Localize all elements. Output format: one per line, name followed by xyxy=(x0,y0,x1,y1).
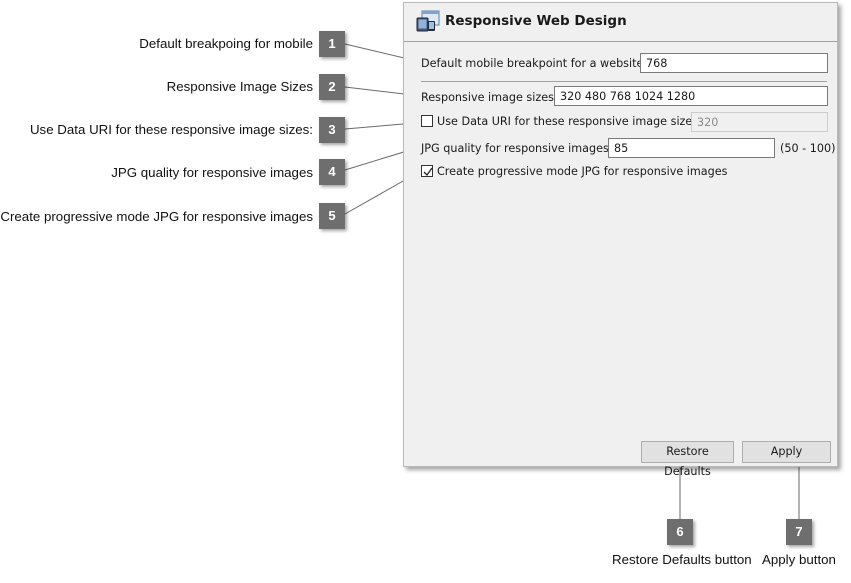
image-sizes-label: Responsive image sizes: xyxy=(421,91,558,104)
callout-7-label: Apply button xyxy=(762,552,836,567)
section-divider xyxy=(421,81,827,82)
breakpoint-label: Default mobile breakpoint for a website: xyxy=(421,57,648,70)
responsive-web-design-panel: Responsive Web Design Default mobile bre… xyxy=(403,2,838,478)
jpg-quality-input[interactable]: 85 xyxy=(608,138,775,158)
callout-1-badge: 1 xyxy=(319,31,345,57)
responsive-devices-icon xyxy=(416,10,440,32)
callout-5-label: Create progressive mode JPG for responsi… xyxy=(0,209,313,224)
jpg-quality-label: JPG quality for responsive images: xyxy=(421,142,613,155)
data-uri-sizes-input: 320 xyxy=(691,112,828,132)
apply-button[interactable]: Apply xyxy=(742,441,831,463)
jpg-quality-range: (50 - 100) xyxy=(780,142,836,155)
callout-2-label: Responsive Image Sizes xyxy=(166,79,313,94)
data-uri-checkbox[interactable] xyxy=(421,115,433,127)
callout-3-label: Use Data URI for these responsive image … xyxy=(29,122,313,137)
callout-7-badge: 7 xyxy=(786,519,812,545)
checkmark-icon xyxy=(423,167,433,177)
callout-2-badge: 2 xyxy=(319,74,345,100)
callout-6-label: Restore Defaults button xyxy=(612,552,752,567)
image-sizes-input[interactable]: 320 480 768 1024 1280 xyxy=(554,86,828,106)
breakpoint-input[interactable]: 768 xyxy=(640,53,828,73)
progressive-jpg-label: Create progressive mode JPG for responsi… xyxy=(437,165,728,178)
panel-title: Responsive Web Design xyxy=(445,13,627,29)
panel-header: Responsive Web Design xyxy=(404,3,837,37)
callout-6-badge: 6 xyxy=(667,519,693,545)
callout-1-label: Default breakpoing for mobile xyxy=(139,36,313,51)
callout-4-label: JPG quality for responsive images xyxy=(111,165,313,180)
callout-3-badge: 3 xyxy=(319,117,345,143)
callout-4-badge: 4 xyxy=(319,159,345,185)
restore-defaults-button[interactable]: Restore Defaults xyxy=(641,441,734,478)
header-divider xyxy=(404,41,837,42)
data-uri-label: Use Data URI for these responsive image … xyxy=(437,115,702,128)
callout-5-badge: 5 xyxy=(319,203,345,229)
progressive-jpg-checkbox[interactable] xyxy=(421,165,433,177)
